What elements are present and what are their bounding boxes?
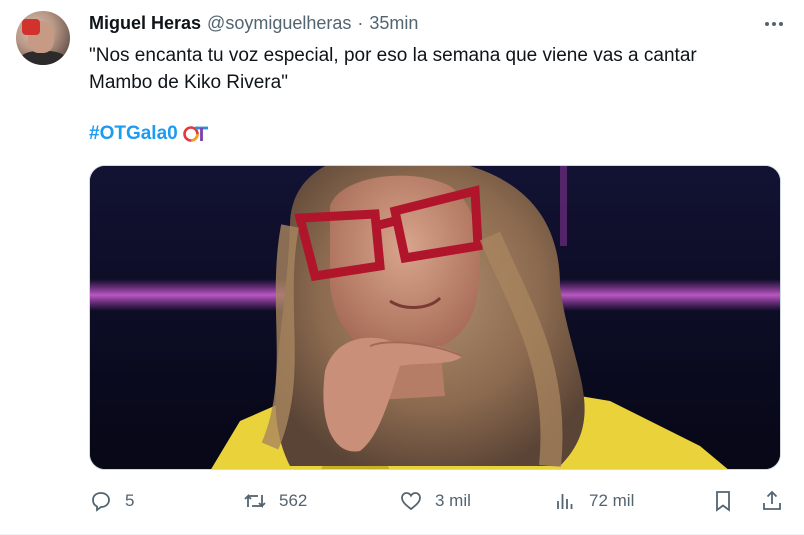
tweet-actions: 5 562 3 mil 72 mil: [89, 486, 789, 516]
ot-logo-icon: [182, 126, 208, 142]
tweet-media[interactable]: [89, 165, 781, 470]
like-count: 3 mil: [435, 491, 471, 510]
bookmark-button[interactable]: [711, 486, 735, 516]
like-button[interactable]: 3 mil: [399, 486, 471, 516]
share-button[interactable]: [760, 486, 784, 516]
author-handle[interactable]: @soymiguelheras: [207, 12, 351, 34]
separator-dot: ·: [357, 13, 364, 33]
heart-icon: [401, 492, 421, 511]
share-icon: [763, 490, 781, 510]
hashtag-link[interactable]: #OTGala0: [89, 122, 178, 146]
avatar-shirt: [20, 51, 66, 65]
tweet-text: "Nos encanta tu voz especial, por eso la…: [89, 42, 779, 96]
author-name[interactable]: Miguel Heras: [89, 12, 201, 34]
reply-icon: [92, 492, 110, 512]
bookmark-icon: [716, 491, 730, 512]
more-dot-icon: [772, 22, 776, 26]
avatar-red-patch: [22, 19, 40, 35]
views-count: 72 mil: [589, 491, 635, 510]
retweet-count: 562: [279, 491, 308, 510]
hashtag-row: #OTGala0: [89, 122, 210, 146]
more-dot-icon: [779, 22, 783, 26]
more-dot-icon: [765, 22, 769, 26]
views-button[interactable]: 72 mil: [553, 486, 634, 516]
reply-count: 5: [125, 491, 135, 510]
tweet-text-line: Mambo de Kiko Rivera": [89, 72, 288, 93]
tweet-header: Miguel Heras @soymiguelheras · 35min: [89, 12, 418, 34]
media-image: [90, 166, 780, 469]
tweet[interactable]: Miguel Heras @soymiguelheras · 35min "No…: [0, 0, 804, 535]
retweet-button[interactable]: 562: [243, 486, 307, 516]
avatar[interactable]: [16, 11, 70, 65]
retweet-icon: [244, 493, 266, 509]
more-options-button[interactable]: [762, 14, 786, 34]
reply-button[interactable]: 5: [89, 486, 134, 516]
timestamp[interactable]: 35min: [369, 12, 418, 34]
analytics-icon: [557, 494, 573, 509]
tweet-text-line: "Nos encanta tu voz especial, por eso la…: [89, 45, 697, 66]
